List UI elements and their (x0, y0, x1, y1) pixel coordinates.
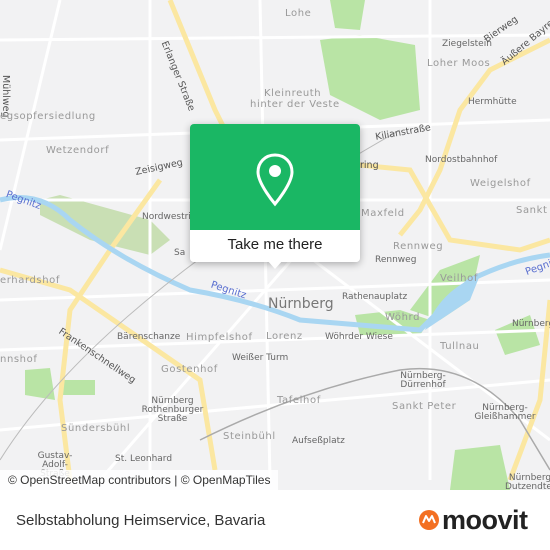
map-label: Nordostbahnhof (425, 155, 498, 165)
map-pin-icon (256, 153, 294, 207)
map-label: egsopfersiedlung (0, 111, 96, 122)
park-area (25, 368, 55, 400)
popup-pointer (267, 260, 283, 269)
map-label: Nürnberg Rothenburger Straße (141, 396, 204, 424)
map-label: Steinbühl (223, 431, 276, 442)
map-label: Sankt (516, 205, 548, 216)
map-label: Nürnberg (512, 319, 550, 329)
map-label: Nürnberg-Gleißhammer (474, 403, 536, 422)
location-title: Selbstabholung Heimservice, Bavaria (16, 512, 266, 529)
map-label: erhardshof (0, 275, 61, 286)
map-label: Aufseßplatz (292, 436, 345, 446)
map-label: Rennweg (393, 241, 444, 252)
map-label: Hermhütte (468, 97, 517, 107)
map-label: Wöhrder Wiese (325, 332, 393, 342)
map-label: Himpfelshof (186, 332, 253, 343)
map-label: Veilhof (440, 273, 478, 284)
location-popup: Take me there (190, 124, 360, 269)
map-label: Sündersbühl (61, 423, 131, 434)
map-label: Nürnberg (268, 296, 334, 312)
take-me-there-button[interactable]: Take me there (190, 230, 360, 262)
popup-header (190, 124, 360, 230)
map-label: Bärenschanze (117, 332, 181, 342)
map-label: St. Leonhard (115, 454, 173, 464)
map-label: Weigelshof (470, 178, 531, 189)
moovit-logo-text: moovit (442, 504, 528, 535)
moovit-logo-icon (419, 510, 439, 530)
map-label: Sankt Peter (392, 401, 457, 412)
map-label: Ziegelstein (442, 39, 492, 49)
map-label: hinter der Veste (250, 99, 340, 110)
map-label: Loher Moos (427, 58, 491, 69)
park-area (450, 445, 510, 490)
map-label: ring (360, 160, 379, 171)
map-label: nnshof (0, 354, 38, 365)
map-label: Maxfeld (361, 208, 405, 219)
map[interactable]: Lohe Erlanger Straße Mühlweg Kleinreuth … (0, 0, 550, 490)
map-label: Nürnberg Dutzendteich (505, 473, 550, 491)
map-label: Nürnberg-Dürrenhof (400, 371, 446, 390)
map-label: Sa (174, 248, 186, 258)
map-label: Tullnau (440, 341, 480, 352)
map-label: Tafelhof (277, 395, 321, 406)
map-attribution[interactable]: © OpenStreetMap contributors | © OpenMap… (0, 470, 279, 490)
map-label: Gostenhof (161, 364, 218, 375)
park-area (330, 0, 365, 30)
map-label: Kleinreuth (264, 88, 322, 99)
map-label: Rennweg (375, 255, 417, 265)
map-label: Lohe (285, 8, 312, 19)
map-label: Lorenz (266, 331, 303, 342)
map-label: Wöhrd (385, 312, 421, 323)
map-label: Rathenauplatz (342, 292, 408, 302)
moovit-logo: moovit (418, 505, 528, 535)
map-label: Weißer Turm (232, 353, 289, 363)
map-label: Wetzendorf (46, 145, 110, 156)
park-area (60, 380, 95, 395)
